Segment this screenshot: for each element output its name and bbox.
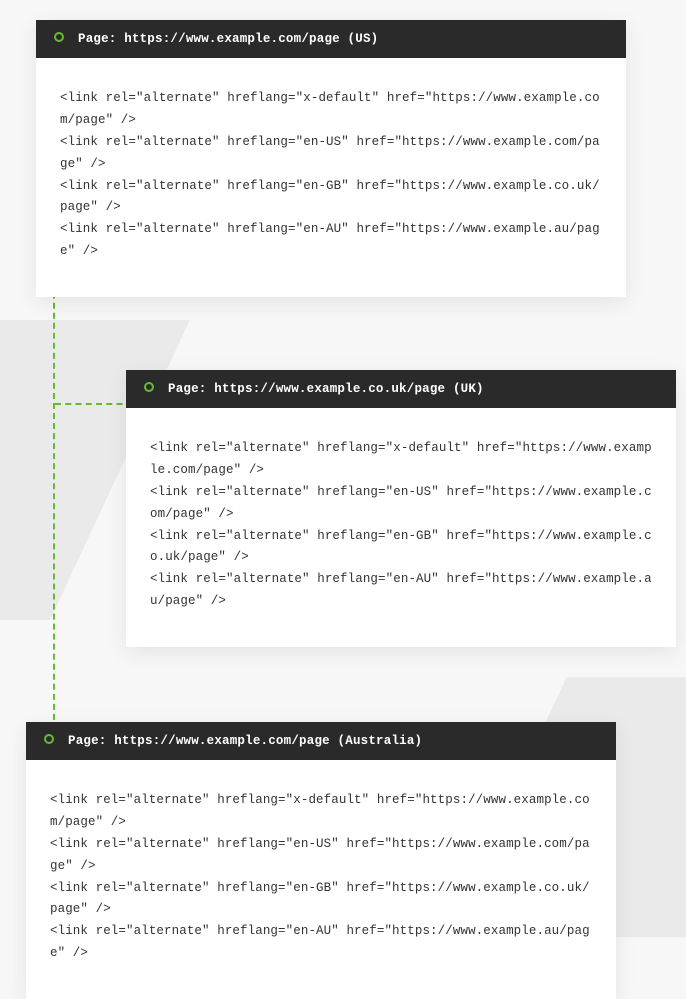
- panel-title: Page: https://www.example.com/page (US): [78, 32, 378, 46]
- code-panel-uk: Page: https://www.example.co.uk/page (UK…: [126, 370, 676, 647]
- panel-body: <link rel="alternate" hreflang="x-defaul…: [126, 408, 676, 647]
- panel-header: Page: https://www.example.com/page (Aust…: [26, 722, 616, 760]
- code-panel-us: Page: https://www.example.com/page (US) …: [36, 20, 626, 297]
- code-panel-au: Page: https://www.example.com/page (Aust…: [26, 722, 616, 999]
- code-line: <link rel="alternate" hreflang="en-US" h…: [150, 482, 652, 526]
- code-line: <link rel="alternate" hreflang="en-AU" h…: [50, 921, 592, 965]
- code-line: <link rel="alternate" hreflang="en-GB" h…: [50, 878, 592, 922]
- panel-body: <link rel="alternate" hreflang="x-defaul…: [36, 58, 626, 297]
- code-line: <link rel="alternate" hreflang="x-defaul…: [150, 438, 652, 482]
- code-line: <link rel="alternate" hreflang="en-US" h…: [50, 834, 592, 878]
- panel-header: Page: https://www.example.co.uk/page (UK…: [126, 370, 676, 408]
- panel-body: <link rel="alternate" hreflang="x-defaul…: [26, 760, 616, 999]
- panel-title: Page: https://www.example.co.uk/page (UK…: [168, 382, 484, 396]
- code-line: <link rel="alternate" hreflang="en-GB" h…: [60, 176, 602, 220]
- circle-icon: [44, 734, 54, 744]
- code-line: <link rel="alternate" hreflang="x-defaul…: [50, 790, 592, 834]
- circle-icon: [54, 32, 64, 42]
- code-line: <link rel="alternate" hreflang="en-GB" h…: [150, 526, 652, 570]
- code-line: <link rel="alternate" hreflang="en-US" h…: [60, 132, 602, 176]
- circle-icon: [144, 382, 154, 392]
- panel-title: Page: https://www.example.com/page (Aust…: [68, 734, 422, 748]
- code-line: <link rel="alternate" hreflang="en-AU" h…: [60, 219, 602, 263]
- code-line: <link rel="alternate" hreflang="x-defaul…: [60, 88, 602, 132]
- panel-header: Page: https://www.example.com/page (US): [36, 20, 626, 58]
- code-line: <link rel="alternate" hreflang="en-AU" h…: [150, 569, 652, 613]
